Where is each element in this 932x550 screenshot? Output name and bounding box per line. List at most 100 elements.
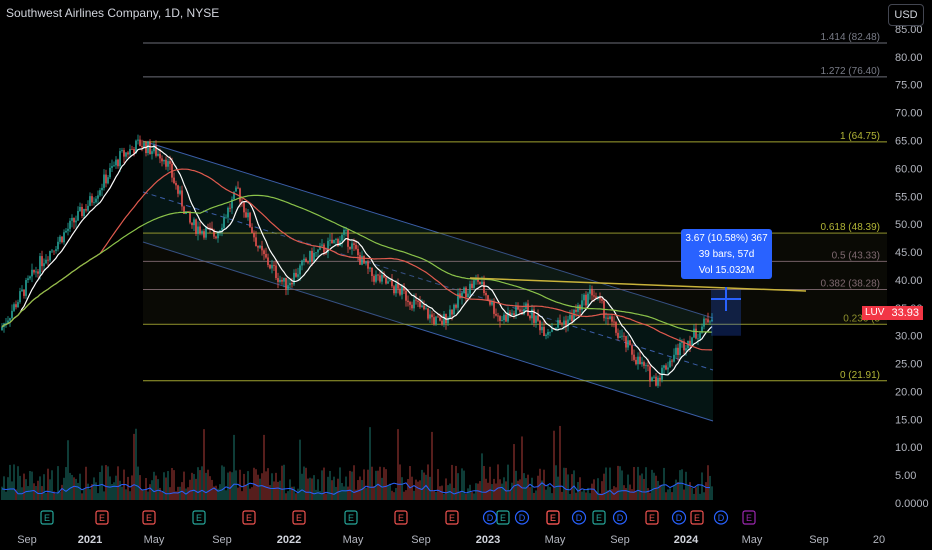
dividend-event-icon[interactable]: D [713, 510, 729, 525]
candle-body [289, 282, 291, 286]
earnings-event-icon[interactable]: E [394, 510, 408, 525]
candle-body [427, 308, 429, 319]
candle-body [385, 277, 387, 284]
candle-body [425, 308, 427, 310]
dividend-event-icon[interactable]: D [514, 510, 530, 525]
volume-bar [313, 475, 315, 500]
volume-bar [407, 479, 409, 500]
volume-bar [269, 485, 271, 500]
candle-body [17, 302, 19, 308]
fib-label: 1 (64.75) [840, 131, 880, 142]
volume-bar [103, 491, 105, 500]
dividend-event-icon[interactable]: D [571, 510, 587, 525]
volume-bar [131, 475, 133, 500]
candle-body [433, 317, 435, 325]
earnings-event-icon[interactable]: E [192, 510, 206, 525]
candle-body [479, 281, 481, 285]
event-letter: E [196, 513, 202, 523]
fib-zone [143, 233, 887, 325]
volume-bar [11, 481, 13, 500]
earnings-event-icon[interactable]: E [142, 510, 156, 525]
candle-body [353, 243, 355, 245]
candle-body [117, 159, 119, 167]
volume-bar [611, 489, 613, 500]
event-letter: D [487, 513, 494, 523]
earnings-event-icon[interactable]: E [645, 510, 659, 525]
candle-body [543, 326, 545, 336]
candle-body [423, 305, 425, 310]
candle-body [557, 320, 559, 328]
dividend-event-icon[interactable]: D [482, 510, 498, 525]
candle-body [415, 299, 417, 301]
candle-body [191, 222, 193, 226]
candle-body [285, 277, 287, 290]
earnings-event-icon[interactable]: E [445, 510, 459, 525]
candle-body [177, 185, 179, 194]
volume-bar [493, 478, 495, 500]
currency-button[interactable]: USD [888, 4, 924, 26]
candle-body [653, 376, 655, 378]
event-letter: E [550, 513, 556, 523]
candle-body [53, 250, 55, 252]
price-tick: 65.00 [895, 135, 923, 147]
earnings-event-icon[interactable]: E [742, 510, 756, 525]
candle-body [669, 360, 671, 368]
candle-body [15, 304, 17, 308]
volume-bar [287, 491, 289, 500]
volume-bar [109, 476, 111, 500]
volume-bar [295, 493, 297, 500]
volume-bar [297, 488, 299, 500]
volume-bar [699, 493, 701, 500]
volume-bar [669, 488, 671, 500]
candle-body [81, 206, 83, 217]
candle-body [265, 254, 267, 258]
volume-bar [3, 476, 5, 500]
candle-body [29, 276, 31, 279]
candle-body [453, 304, 455, 315]
volume-bar [647, 488, 649, 500]
volume-bar [155, 475, 157, 500]
chart-canvas[interactable]: 1.414 (82.48) 1.272 (76.40) 1 (64.75) 0.618… [0, 0, 932, 550]
volume-bar [125, 489, 127, 500]
earnings-event-icon[interactable]: E [292, 510, 306, 525]
earnings-event-icon[interactable]: E [344, 510, 358, 525]
earnings-event-icon[interactable]: E [242, 510, 256, 525]
volume-bar [545, 489, 547, 500]
event-letter: E [146, 513, 152, 523]
earnings-event-icon[interactable]: E [496, 510, 510, 525]
last-price-tag: LUV 33.93 [862, 306, 923, 320]
dividend-event-icon[interactable]: D [612, 510, 628, 525]
price-tick: 0.0000 [895, 498, 929, 510]
volume-bar [343, 486, 345, 500]
earnings-event-icon[interactable]: E [546, 510, 560, 525]
earnings-event-icon[interactable]: E [592, 510, 606, 525]
volume-bar [159, 487, 161, 500]
earnings-event-icon[interactable]: E [95, 510, 109, 525]
candle-body [379, 275, 381, 282]
candle-body [101, 187, 103, 191]
volume-bar [499, 479, 501, 500]
candle-body [675, 347, 677, 355]
volume-bar [351, 471, 353, 500]
candle-body [529, 315, 531, 319]
candle-body [79, 206, 81, 212]
candle-body [275, 265, 277, 279]
dividend-event-icon[interactable]: D [671, 510, 687, 525]
earnings-event-icon[interactable]: E [690, 510, 704, 525]
volume-bar [281, 465, 283, 500]
volume-bar [37, 480, 39, 500]
candle-body [473, 280, 475, 288]
candle-body [181, 190, 183, 207]
candle-body [283, 277, 285, 282]
volume-bar [171, 467, 173, 500]
price-tick: 80.00 [895, 52, 923, 64]
candle-body [333, 240, 335, 244]
volume-bar [609, 467, 611, 500]
volume-bar [45, 492, 47, 500]
earnings-event-icon[interactable]: E [40, 510, 54, 525]
candle-body [637, 356, 639, 365]
volume-bar [653, 472, 655, 500]
volume-bar [475, 483, 477, 500]
volume-bar [283, 464, 285, 500]
candle-body [245, 212, 247, 218]
